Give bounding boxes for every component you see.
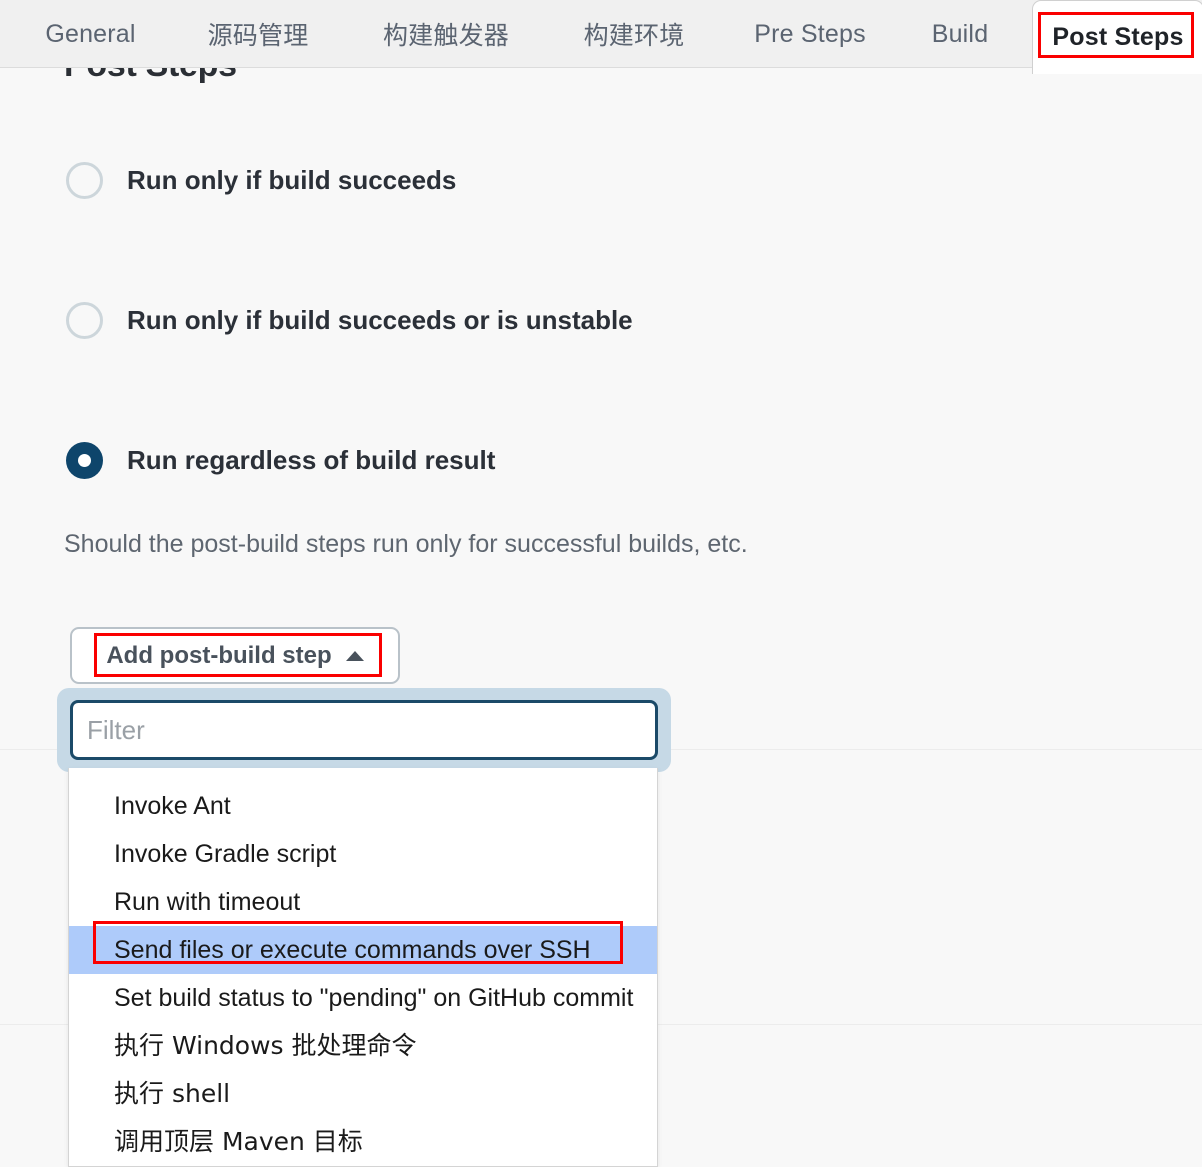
chevron-up-icon [345,650,364,661]
radio-indicator[interactable] [66,162,103,199]
radio-option-label: Run regardless of build result [127,445,496,475]
add-step-dropdown: Invoke Ant Invoke Gradle script Run with… [57,688,671,1167]
filter-field-wrapper [57,688,671,772]
list-item[interactable]: 执行 shell [69,1070,657,1118]
step-option-list: Invoke Ant Invoke Gradle script Run with… [68,768,658,1167]
main-content: Post Steps Run only if build succeeds Ru… [0,0,1202,1167]
tab-build-triggers[interactable]: 构建触发器 [372,0,520,68]
filter-input[interactable] [70,700,658,760]
add-post-build-step-label: Add post-build step [106,641,332,669]
tab-post-steps[interactable]: Post Steps [1032,0,1202,74]
add-post-build-step-button[interactable]: Add post-build step [70,627,400,684]
list-item[interactable]: 调用顶层 Maven 目标 [69,1118,657,1166]
help-text: Should the post-build steps run only for… [64,530,748,558]
tab-build-environment[interactable]: 构建环境 [564,0,704,68]
list-item[interactable]: Invoke Ant [69,782,657,830]
radio-option-label: Run only if build succeeds [127,165,457,195]
tab-build[interactable]: Build [920,0,1000,68]
list-item[interactable]: Set build status to "pending" on GitHub … [69,974,657,1022]
settings-tab-bar: General 源码管理 构建触发器 构建环境 Pre Steps Build … [0,0,1202,74]
radio-option-run-if-succeeds-or-unstable[interactable]: Run only if build succeeds or is unstabl… [66,302,633,339]
radio-option-run-if-succeeds[interactable]: Run only if build succeeds [66,162,456,199]
radio-option-run-regardless[interactable]: Run regardless of build result [66,442,495,479]
list-item[interactable]: Invoke Gradle script [69,830,657,878]
tab-pre-steps[interactable]: Pre Steps [748,0,872,68]
tab-general[interactable]: General [38,0,143,68]
list-item[interactable]: Run with timeout [69,878,657,926]
tab-source-code-management[interactable]: 源码管理 [198,0,318,68]
radio-indicator-selected[interactable] [66,442,103,479]
list-item[interactable]: 执行 Windows 批处理命令 [69,1022,657,1070]
radio-option-label: Run only if build succeeds or is unstabl… [127,305,633,335]
radio-indicator[interactable] [66,302,103,339]
list-item-selected[interactable]: Send files or execute commands over SSH [69,926,657,974]
